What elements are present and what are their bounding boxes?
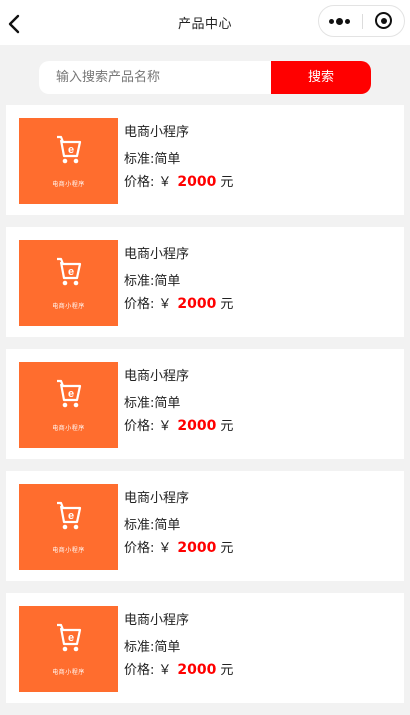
search-input[interactable] (39, 61, 271, 94)
product-name: 电商小程序 (124, 491, 190, 506)
product-info: 电商小程序 标准:简单 价格: ￥ 2000 元 (124, 613, 396, 678)
spec-label: 标准: (124, 152, 155, 167)
price-unit: 元 (220, 175, 234, 190)
product-card[interactable]: e 电商小程序 电商小程序 标准:简单 价格: ￥ 2000 元 (6, 471, 404, 581)
more-dots-icon (336, 18, 343, 25)
product-spec: 标准:简单 (124, 518, 396, 534)
product-name: 电商小程序 (124, 613, 190, 628)
product-card[interactable]: e 电商小程序 电商小程序 标准:简单 价格: ￥ 2000 元 (6, 349, 404, 459)
price-label: 价格: (124, 663, 155, 678)
close-button[interactable] (363, 6, 405, 36)
spec-value: 简单 (154, 518, 181, 533)
price-value: 2000 (177, 174, 217, 190)
search-button[interactable]: 搜索 (271, 61, 371, 94)
shopping-cart-icon: e (57, 623, 82, 652)
price-value: 2000 (177, 418, 217, 434)
nav-bar: 产品中心 (0, 0, 410, 45)
product-card[interactable]: e 电商小程序 电商小程序 标准:简单 价格: ￥ 2000 元 (6, 105, 404, 215)
thumbnail-caption: 电商小程序 (52, 669, 85, 676)
product-spec: 标准:简单 (124, 396, 396, 412)
product-name: 电商小程序 (124, 369, 190, 384)
product-spec: 标准:简单 (124, 152, 396, 168)
svg-text:e: e (68, 388, 74, 400)
spec-value: 简单 (154, 396, 181, 411)
more-dots-icon (329, 19, 334, 24)
svg-text:e: e (68, 632, 74, 644)
product-price: 价格: ￥ 2000 元 (124, 418, 396, 434)
thumbnail-caption: 电商小程序 (52, 425, 85, 432)
product-info: 电商小程序 标准:简单 价格: ￥ 2000 元 (124, 247, 396, 312)
product-thumbnail: e 电商小程序 (19, 484, 118, 570)
spec-label: 标准: (124, 640, 155, 655)
product-thumbnail: e 电商小程序 (19, 118, 118, 204)
shopping-cart-icon: e (57, 257, 82, 286)
product-name: 电商小程序 (124, 247, 190, 262)
search-bar: 搜索 (39, 61, 371, 94)
price-unit: 元 (220, 419, 234, 434)
price-label: 价格: (124, 541, 155, 556)
svg-text:e: e (68, 144, 74, 156)
product-info: 电商小程序 标准:简单 价格: ￥ 2000 元 (124, 369, 396, 434)
shopping-cart-icon: e (57, 379, 82, 408)
thumbnail-caption: 电商小程序 (52, 303, 85, 310)
price-label: 价格: (124, 175, 155, 190)
product-info: 电商小程序 标准:简单 价格: ￥ 2000 元 (124, 125, 396, 190)
target-dot-icon (380, 17, 387, 24)
product-price: 价格: ￥ 2000 元 (124, 296, 396, 312)
shopping-cart-icon: e (57, 501, 82, 530)
thumbnail-caption: 电商小程序 (52, 181, 85, 188)
spec-label: 标准: (124, 518, 155, 533)
price-unit: 元 (220, 297, 234, 312)
product-thumbnail: e 电商小程序 (19, 240, 118, 326)
currency-symbol: ￥ (158, 419, 172, 434)
product-info: 电商小程序 标准:简单 价格: ￥ 2000 元 (124, 491, 396, 556)
spec-value: 简单 (154, 152, 181, 167)
price-label: 价格: (124, 419, 155, 434)
product-name: 电商小程序 (124, 125, 190, 140)
spec-value: 简单 (154, 274, 181, 289)
thumbnail-caption: 电商小程序 (52, 547, 85, 554)
product-price: 价格: ￥ 2000 元 (124, 174, 396, 190)
product-spec: 标准:简单 (124, 640, 396, 656)
spec-label: 标准: (124, 274, 155, 289)
price-unit: 元 (220, 663, 234, 678)
price-unit: 元 (220, 541, 234, 556)
currency-symbol: ￥ (158, 297, 172, 312)
svg-text:e: e (68, 510, 74, 522)
spec-value: 简单 (154, 640, 181, 655)
more-dots-icon (345, 19, 350, 24)
product-thumbnail: e 电商小程序 (19, 606, 118, 692)
product-card[interactable]: e 电商小程序 电商小程序 标准:简单 价格: ￥ 2000 元 (6, 593, 404, 703)
spec-label: 标准: (124, 396, 155, 411)
price-value: 2000 (177, 296, 217, 312)
currency-symbol: ￥ (158, 541, 172, 556)
mini-program-capsule (318, 5, 405, 37)
product-spec: 标准:简单 (124, 274, 396, 290)
currency-symbol: ￥ (158, 663, 172, 678)
product-list: e 电商小程序 电商小程序 标准:简单 价格: ￥ 2000 元 e 电商小程序 电商… (6, 105, 404, 715)
price-label: 价格: (124, 297, 155, 312)
more-button[interactable] (319, 6, 362, 36)
shopping-cart-icon: e (57, 135, 82, 164)
currency-symbol: ￥ (158, 175, 172, 190)
product-card[interactable]: e 电商小程序 电商小程序 标准:简单 价格: ￥ 2000 元 (6, 227, 404, 337)
product-price: 价格: ￥ 2000 元 (124, 540, 396, 556)
price-value: 2000 (177, 662, 217, 678)
product-thumbnail: e 电商小程序 (19, 362, 118, 448)
price-value: 2000 (177, 540, 217, 556)
product-price: 价格: ￥ 2000 元 (124, 662, 396, 678)
svg-text:e: e (68, 266, 74, 278)
